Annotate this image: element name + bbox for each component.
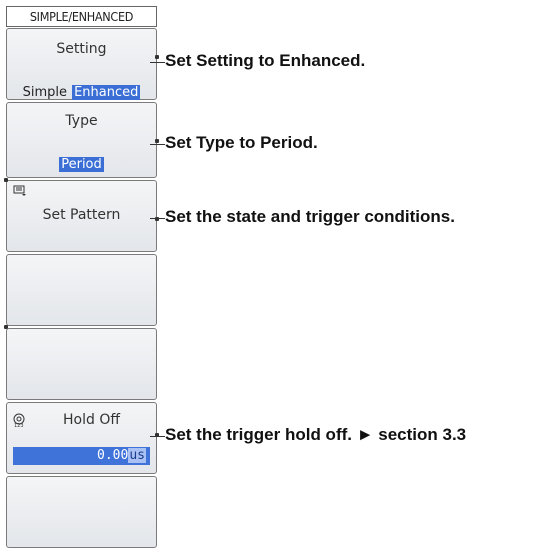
softkey-marker bbox=[155, 55, 159, 59]
hold-off-title: Hold Off bbox=[63, 412, 120, 428]
set-pattern-title: Set Pattern bbox=[42, 207, 121, 223]
set-pattern-softkey[interactable]: Set Pattern bbox=[4, 178, 159, 252]
blank-softkey-2[interactable] bbox=[6, 328, 157, 400]
setting-softkey[interactable]: Setting Simple Enhanced bbox=[6, 28, 159, 100]
blank-softkey-1[interactable] bbox=[4, 254, 157, 329]
setting-option-enhanced[interactable]: Enhanced bbox=[72, 85, 141, 100]
keyboard-icon bbox=[13, 185, 27, 200]
softkey-marker bbox=[155, 139, 159, 143]
type-softkey[interactable]: Type Period bbox=[6, 102, 159, 178]
softkey-panel: SIMPLE/ENHANCED Setting Simple Enhanced … bbox=[4, 0, 159, 548]
softkey-marker bbox=[4, 178, 8, 182]
callout-set-pattern: Set the state and trigger conditions. bbox=[165, 207, 455, 226]
setting-options: Simple Enhanced bbox=[7, 81, 156, 100]
callout-type: Set Type to Period. bbox=[165, 133, 318, 152]
callout-line bbox=[150, 218, 165, 219]
hold-off-unit: us bbox=[128, 448, 146, 463]
setting-option-simple[interactable]: Simple bbox=[23, 85, 67, 100]
callout-line bbox=[150, 436, 165, 437]
callout-hold-off: Set the trigger hold off. ► section 3.3 bbox=[165, 425, 467, 444]
callout-setting: Set Setting to Enhanced. bbox=[165, 51, 366, 70]
type-value-row: Period bbox=[7, 153, 156, 172]
knob-icon: 123 bbox=[11, 412, 27, 431]
callout-line bbox=[150, 62, 165, 63]
menu-header: SIMPLE/ENHANCED bbox=[6, 6, 157, 27]
callout-line bbox=[150, 144, 165, 145]
type-value: Period bbox=[59, 157, 104, 172]
setting-title: Setting bbox=[56, 41, 107, 57]
hold-off-softkey[interactable]: 123 Hold Off 0.00us bbox=[6, 402, 159, 474]
blank-softkey-3[interactable] bbox=[6, 476, 157, 548]
hold-off-value-field[interactable]: 0.00us bbox=[13, 447, 150, 465]
svg-text:123: 123 bbox=[14, 423, 24, 428]
type-title: Type bbox=[65, 113, 98, 129]
hold-off-value: 0.00 bbox=[97, 448, 129, 463]
